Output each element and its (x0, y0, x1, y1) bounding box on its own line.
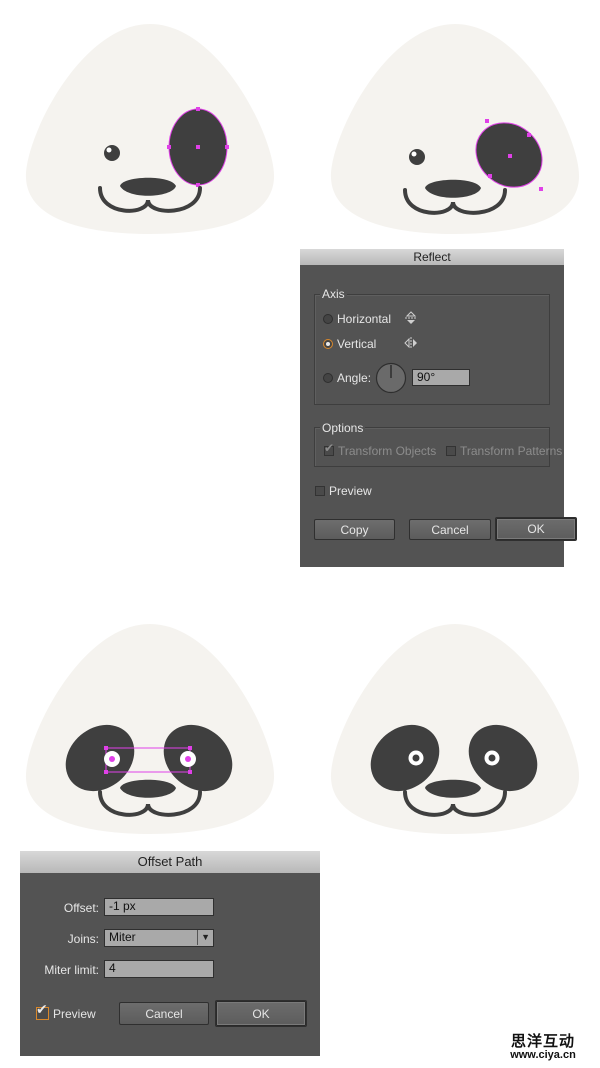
vertical-radio[interactable] (323, 339, 333, 349)
reflect-horizontal-icon (405, 311, 417, 324)
horizontal-label[interactable]: Horizontal (337, 312, 391, 326)
preview-label[interactable]: Preview (329, 484, 372, 498)
watermark-logo: 思洋互动 www.ciya.cn (493, 1030, 593, 1061)
transform-patterns-checkbox[interactable] (446, 446, 456, 456)
transform-objects-label[interactable]: Transform Objects (338, 444, 436, 458)
panda-face-final (330, 624, 580, 834)
axis-legend: Axis (320, 287, 347, 301)
watermark-chinese: 思洋互动 (510, 1032, 575, 1050)
ok-button[interactable]: OK (495, 517, 577, 541)
chevron-down-icon: ▼ (197, 930, 210, 945)
horizontal-radio[interactable] (323, 314, 333, 324)
dialog-title: Reflect (300, 249, 564, 265)
cancel-button[interactable]: Cancel (119, 1002, 209, 1025)
options-legend: Options (320, 421, 366, 435)
miter-limit-label: Miter limit: (44, 963, 99, 977)
preview-checkbox[interactable] (315, 486, 325, 496)
copy-button[interactable]: Copy (314, 519, 395, 540)
joins-value: Miter (109, 930, 136, 944)
transform-patterns-label[interactable]: Transform Patterns (460, 444, 562, 458)
panda-face-step2 (330, 24, 580, 234)
panda-face-step3 (25, 624, 275, 834)
panda-face-step1 (25, 24, 275, 234)
cancel-button[interactable]: Cancel (409, 519, 491, 540)
offset-label: Offset: (63, 901, 99, 915)
ok-button[interactable]: OK (215, 1000, 307, 1027)
offset-input[interactable]: -1 px (104, 898, 214, 916)
joins-label: Joins: (67, 932, 99, 946)
preview-label[interactable]: Preview (53, 1007, 96, 1021)
watermark-url: www.ciya.cn (510, 1049, 576, 1061)
vertical-label[interactable]: Vertical (337, 337, 376, 351)
reflect-vertical-icon (404, 337, 417, 349)
joins-select[interactable]: Miter ▼ (104, 929, 214, 947)
miter-limit-input[interactable]: 4 (104, 960, 214, 978)
offset-path-dialog: Offset Path Offset: -1 px Joins: Miter ▼… (20, 851, 320, 1056)
dialog-title: Offset Path (20, 851, 320, 873)
checkmark-icon: ✔ (36, 1001, 48, 1017)
angle-input[interactable]: 90° (412, 369, 470, 386)
reflect-dialog: Reflect Axis Horizontal Vertical Angle: … (300, 249, 577, 567)
checkmark-icon: ✔ (324, 441, 335, 455)
angle-dial[interactable] (375, 362, 407, 394)
angle-radio[interactable] (323, 373, 333, 383)
angle-label[interactable]: Angle: (337, 371, 371, 385)
